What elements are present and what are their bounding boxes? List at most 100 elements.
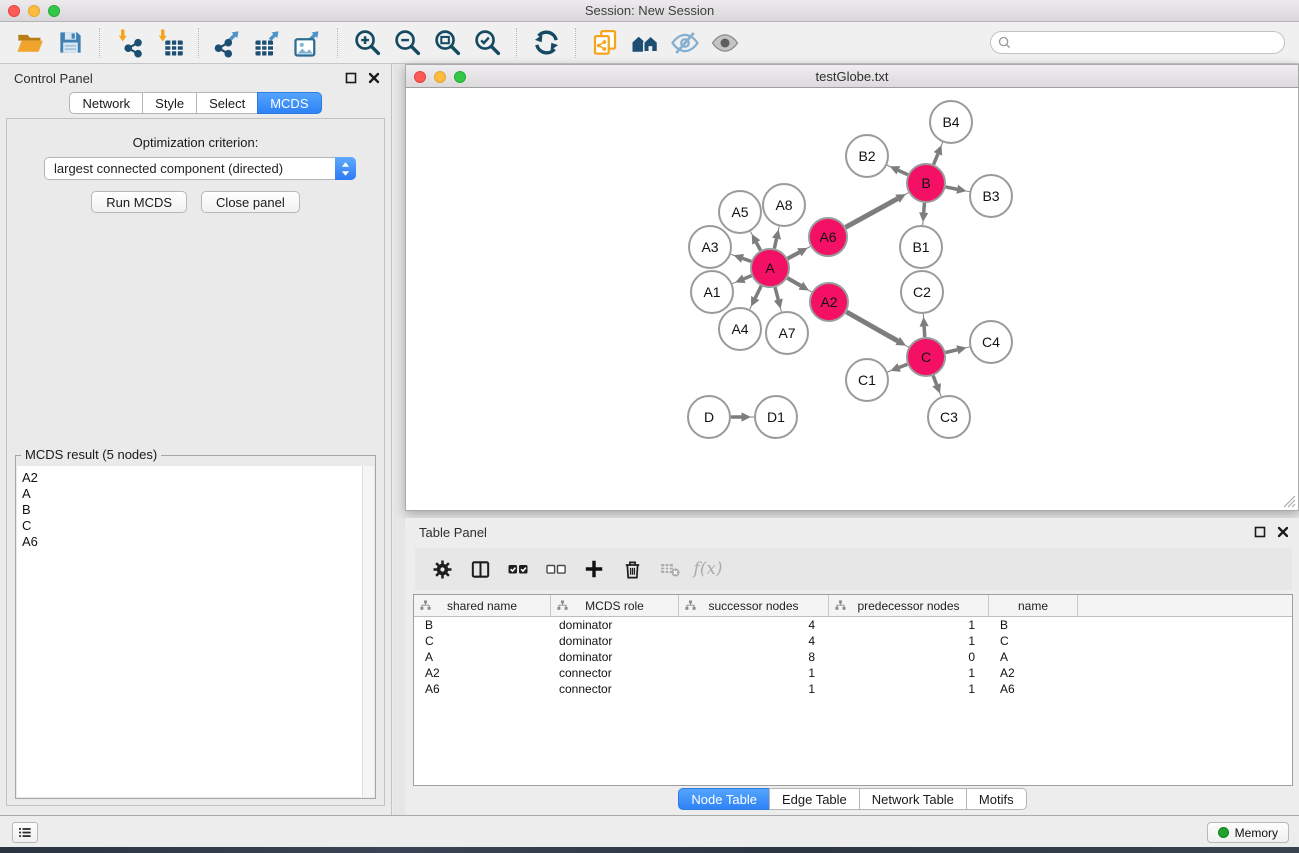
table-row[interactable]: A6 connector 1 1 A6 <box>414 681 1292 697</box>
apply-function-button[interactable]: f(x) <box>692 553 724 585</box>
column-header-successor-nodes[interactable]: successor nodes <box>679 595 829 616</box>
search-field-container <box>990 31 1285 54</box>
tab-network-table[interactable]: Network Table <box>859 788 967 810</box>
graph-node-label: B4 <box>942 114 959 130</box>
zoom-fit-button[interactable] <box>430 26 464 60</box>
minimize-network-button[interactable] <box>434 71 446 83</box>
delete-table-button[interactable] <box>654 553 686 585</box>
table-header-row: shared name MCDS role successor nodes <box>414 595 1292 617</box>
network-graph[interactable]: AA1A2A3A4A5A6A7A8BB1B2B3B4CC1C2C3C4DD1 <box>406 88 1297 509</box>
status-bar: Memory <box>0 815 1299 847</box>
show-all-button[interactable] <box>708 26 742 60</box>
memory-status-icon <box>1218 827 1229 838</box>
tab-node-table[interactable]: Node Table <box>678 788 770 810</box>
close-panel-button[interactable] <box>367 71 381 85</box>
create-column-button[interactable] <box>578 553 610 585</box>
show-column-panel-button[interactable] <box>464 553 496 585</box>
zoom-selected-button[interactable] <box>470 26 504 60</box>
gear-icon <box>431 558 454 581</box>
resize-grip-icon[interactable] <box>1283 495 1296 508</box>
export-network-button[interactable] <box>211 26 245 60</box>
zoom-window-button[interactable] <box>48 5 60 17</box>
apply-layout-button[interactable] <box>529 26 563 60</box>
graph-node-label: A <box>765 260 775 276</box>
export-image-icon <box>293 28 323 58</box>
column-header-predecessor-nodes[interactable]: predecessor nodes <box>829 595 989 616</box>
column-header-mcds-role[interactable]: MCDS role <box>551 595 679 616</box>
import-network-button[interactable] <box>112 26 146 60</box>
tab-select[interactable]: Select <box>196 92 258 114</box>
column-header-name[interactable]: name <box>989 595 1078 616</box>
hide-selected-button[interactable] <box>668 26 702 60</box>
first-neighbors-button[interactable] <box>628 26 662 60</box>
tab-style[interactable]: Style <box>142 92 197 114</box>
desktop-wallpaper-strip <box>0 847 1299 853</box>
zoom-in-button[interactable] <box>350 26 384 60</box>
list-item[interactable]: A <box>22 486 374 502</box>
graph-node-label: A1 <box>703 284 720 300</box>
export-table-button[interactable] <box>251 26 285 60</box>
open-session-button[interactable] <box>13 26 47 60</box>
table-row[interactable]: B dominator 4 1 B <box>414 617 1292 633</box>
shared-column-icon <box>685 600 696 611</box>
unchecked-boxes-icon <box>544 557 568 581</box>
delete-columns-button[interactable] <box>616 553 648 585</box>
close-icon <box>1277 526 1289 538</box>
toolbar-separator <box>198 28 199 58</box>
import-table-button[interactable] <box>152 26 186 60</box>
network-canvas[interactable]: AA1A2A3A4A5A6A7A8BB1B2B3B4CC1C2C3C4DD1 <box>405 88 1299 511</box>
column-header-filler <box>1078 595 1292 616</box>
float-panel-button[interactable] <box>344 71 358 85</box>
zoom-out-button[interactable] <box>390 26 424 60</box>
list-item[interactable]: A6 <box>22 534 374 550</box>
main-toolbar <box>0 22 1299 64</box>
tab-mcds[interactable]: MCDS <box>257 92 321 114</box>
graph-node-label: A2 <box>820 294 837 310</box>
network-window-titlebar[interactable]: testGlobe.txt <box>405 64 1299 88</box>
split-view-icon <box>469 558 492 581</box>
graph-node-label: A8 <box>775 197 792 213</box>
tab-edge-table[interactable]: Edge Table <box>769 788 860 810</box>
tab-motifs[interactable]: Motifs <box>966 788 1027 810</box>
list-scrollbar[interactable] <box>362 466 374 797</box>
list-item[interactable]: C <box>22 518 374 534</box>
tab-network[interactable]: Network <box>69 92 143 114</box>
zoom-network-button[interactable] <box>454 71 466 83</box>
close-window-button[interactable] <box>8 5 20 17</box>
plus-icon <box>582 557 606 581</box>
new-network-from-selection-button[interactable] <box>588 26 622 60</box>
table-row[interactable]: C dominator 4 1 C <box>414 633 1292 649</box>
toolbar-separator <box>516 28 517 58</box>
table-row[interactable]: A dominator 8 0 A <box>414 649 1292 665</box>
import-network-icon <box>114 28 144 58</box>
float-table-panel-button[interactable] <box>1253 525 1267 539</box>
table-options-button[interactable] <box>426 553 458 585</box>
close-table-panel-button[interactable] <box>1276 525 1290 539</box>
deselect-all-button[interactable] <box>540 553 572 585</box>
table-row[interactable]: A2 connector 1 1 A2 <box>414 665 1292 681</box>
list-item[interactable]: A2 <box>22 470 374 486</box>
memory-label: Memory <box>1235 826 1278 840</box>
close-network-button[interactable] <box>414 71 426 83</box>
select-all-button[interactable] <box>502 553 534 585</box>
save-floppy-icon <box>57 29 84 56</box>
save-session-button[interactable] <box>53 26 87 60</box>
memory-button[interactable]: Memory <box>1207 822 1289 843</box>
column-header-shared-name[interactable]: shared name <box>414 595 551 616</box>
task-history-button[interactable] <box>12 822 38 843</box>
graph-node-label: A7 <box>778 325 795 341</box>
run-mcds-button[interactable]: Run MCDS <box>91 191 187 213</box>
minimize-window-button[interactable] <box>28 5 40 17</box>
export-image-button[interactable] <box>291 26 325 60</box>
graph-node-label: D1 <box>767 409 785 425</box>
list-item[interactable]: B <box>22 502 374 518</box>
control-panel: Control Panel Network Style Select MCDS … <box>0 64 392 815</box>
control-panel-tabs: Network Style Select MCDS <box>0 92 391 114</box>
close-panel-action-button[interactable]: Close panel <box>201 191 300 213</box>
criterion-dropdown[interactable]: largest connected component (directed) <box>44 157 356 180</box>
trash-icon <box>621 558 644 581</box>
search-input[interactable] <box>990 31 1285 54</box>
table-panel-tabs: Node Table Edge Table Network Table Moti… <box>405 788 1299 810</box>
checked-boxes-icon <box>506 557 530 581</box>
mcds-result-list[interactable]: A2 A B C A6 <box>17 466 374 797</box>
